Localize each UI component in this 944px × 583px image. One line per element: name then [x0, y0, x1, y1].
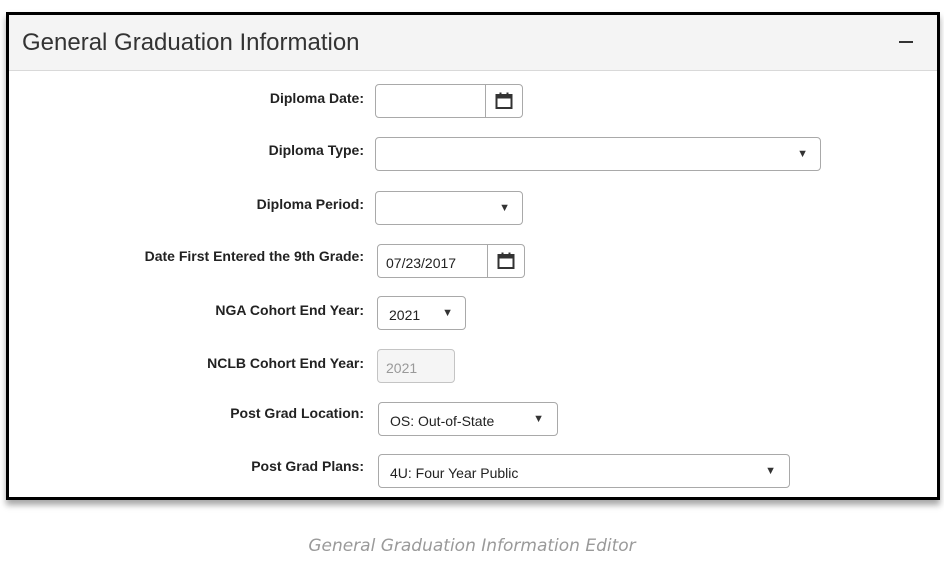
nclb-cohort-field: 2021 — [377, 349, 455, 383]
diploma-date-label: Diploma Date: — [269, 90, 364, 106]
nga-cohort-label: NGA Cohort End Year: — [215, 302, 364, 318]
date-first-9th-label: Date First Entered the 9th Grade: — [144, 248, 364, 264]
calendar-icon — [495, 92, 513, 109]
chevron-down-icon: ▼ — [442, 307, 453, 319]
date-first-9th-field: 07/23/2017 — [377, 244, 525, 278]
post-grad-plans-label: Post Grad Plans: — [251, 458, 364, 474]
diploma-date-calendar-button[interactable] — [485, 85, 522, 117]
diploma-period-select[interactable]: ▼ — [375, 191, 523, 225]
date-first-9th-calendar-button[interactable] — [487, 245, 524, 277]
diploma-type-select[interactable]: ▼ — [375, 137, 821, 171]
calendar-icon — [497, 252, 515, 269]
chevron-down-icon: ▼ — [797, 148, 808, 160]
panel-header: General Graduation Information — [9, 15, 937, 71]
chevron-down-icon: ▼ — [533, 413, 544, 425]
chevron-down-icon: ▼ — [499, 202, 510, 214]
post-grad-location-label: Post Grad Location: — [230, 405, 364, 421]
date-first-9th-input[interactable]: 07/23/2017 — [378, 245, 489, 277]
graduation-panel: General Graduation Information Diploma D… — [6, 12, 940, 500]
diploma-type-label: Diploma Type: — [268, 142, 364, 158]
diploma-date-input[interactable] — [376, 85, 487, 117]
diploma-date-field — [375, 84, 523, 118]
panel-title: General Graduation Information — [22, 29, 360, 56]
post-grad-location-select[interactable]: OS: Out-of-State ▼ — [378, 402, 558, 436]
chevron-down-icon: ▼ — [765, 465, 776, 477]
post-grad-plans-select[interactable]: 4U: Four Year Public ▼ — [378, 454, 790, 488]
image-caption: General Graduation Information Editor — [308, 536, 636, 556]
nclb-cohort-label: NCLB Cohort End Year: — [207, 355, 364, 371]
diploma-period-label: Diploma Period: — [256, 196, 364, 212]
minus-icon[interactable] — [899, 41, 913, 43]
nga-cohort-select[interactable]: 2021 ▼ — [377, 296, 466, 330]
